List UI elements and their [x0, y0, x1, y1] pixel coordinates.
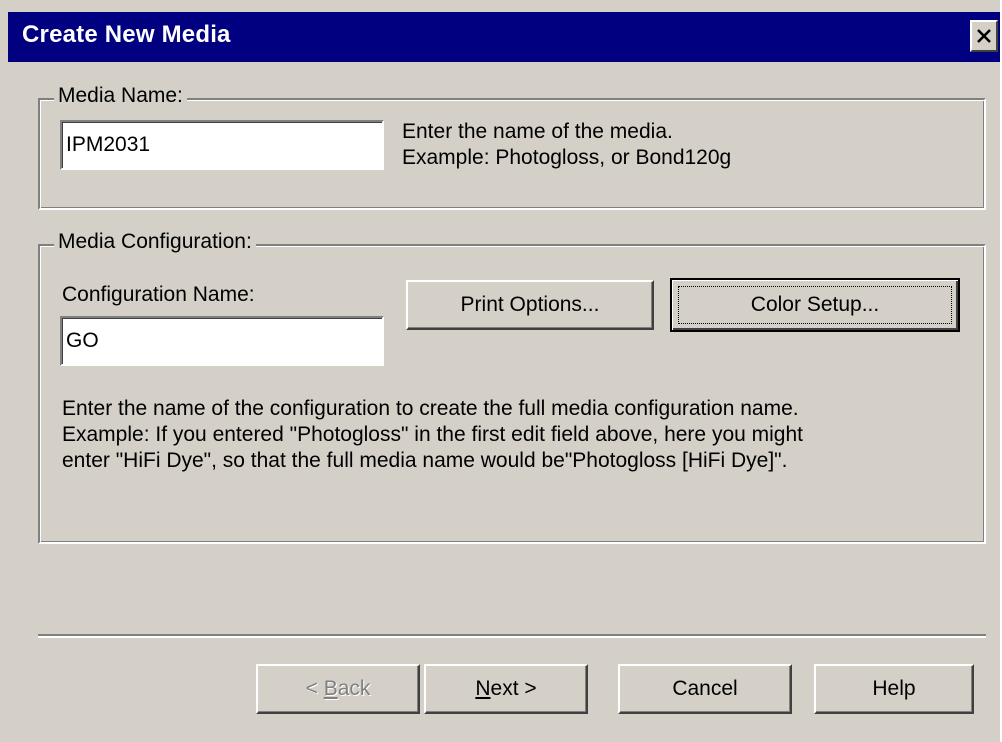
configuration-name-label: Configuration Name: — [62, 283, 255, 306]
create-new-media-dialog: Create New Media Media Name: Enter the n… — [0, 0, 1002, 742]
media-name-input[interactable] — [60, 120, 384, 170]
next-button-label: Next > — [475, 677, 536, 701]
next-button[interactable]: Next > — [424, 664, 588, 714]
title-bar[interactable]: Create New Media — [8, 12, 1000, 62]
configuration-description: Enter the name of the configuration to c… — [62, 396, 803, 474]
next-button-rest: ext > — [490, 677, 537, 700]
cancel-button-label: Cancel — [672, 677, 738, 700]
back-button-prefix: < — [305, 677, 324, 700]
close-icon — [977, 29, 991, 43]
configuration-description-line3: enter "HiFi Dye", so that the full media… — [62, 449, 788, 472]
media-name-hint-line2: Example: Photogloss, or Bond120g — [402, 146, 732, 169]
help-button-label: Help — [872, 677, 916, 700]
media-name-hint-line1: Enter the name of the media. — [402, 120, 673, 143]
media-name-group-label: Media Name: — [54, 84, 187, 108]
help-button[interactable]: Help — [814, 664, 974, 714]
print-options-button-label: Print Options... — [460, 293, 600, 316]
window-title: Create New Media — [22, 21, 231, 48]
next-button-mnemonic: N — [475, 677, 491, 700]
separator-light — [38, 636, 986, 638]
back-button-label: < Back — [306, 677, 371, 701]
back-button-rest: ack — [337, 677, 371, 700]
focus-rectangle — [678, 286, 952, 324]
back-button[interactable]: < Back — [256, 664, 420, 714]
close-button[interactable] — [970, 20, 998, 52]
print-options-button[interactable]: Print Options... — [406, 280, 654, 330]
configuration-description-line1: Enter the name of the configuration to c… — [62, 397, 799, 420]
configuration-description-line2: Example: If you entered "Photogloss" in … — [62, 423, 803, 446]
cancel-button[interactable]: Cancel — [618, 664, 792, 714]
media-name-hint: Enter the name of the media. Example: Ph… — [402, 119, 731, 171]
configuration-name-input[interactable] — [60, 316, 384, 366]
color-setup-button[interactable]: Color Setup... — [670, 278, 960, 332]
back-button-mnemonic: B — [323, 677, 338, 700]
media-configuration-group-label: Media Configuration: — [54, 230, 256, 254]
